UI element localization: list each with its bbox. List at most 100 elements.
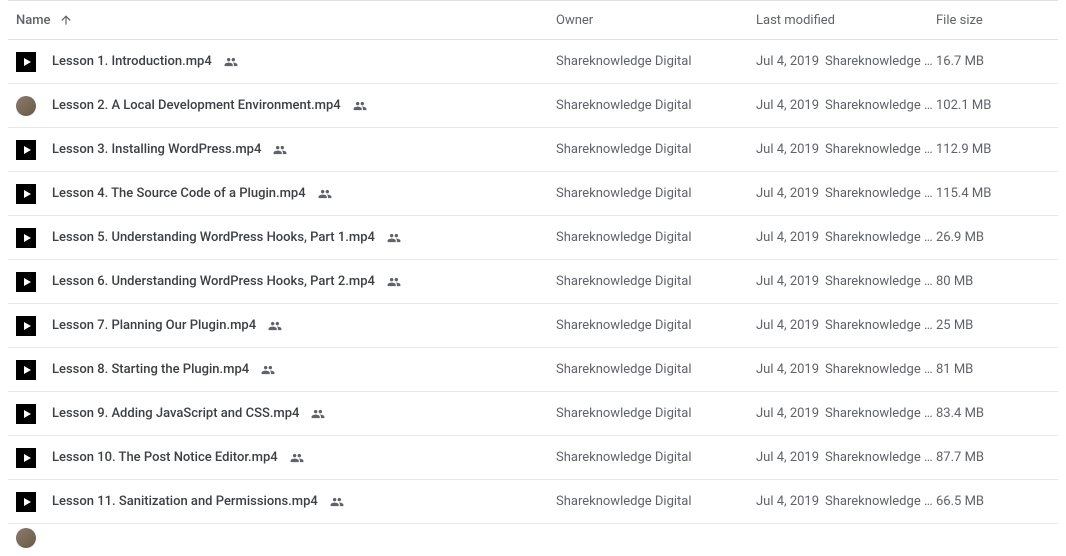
file-name: Lesson 5. Understanding WordPress Hooks,… (52, 230, 375, 245)
file-size: 81 MB (936, 362, 1036, 377)
file-name-wrap: Lesson 7. Planning Our Plugin.mp4 (52, 318, 284, 333)
modified-date: Jul 4, 2019 (756, 230, 819, 245)
file-size: 102.1 MB (936, 98, 1036, 113)
file-size: 80 MB (936, 274, 1036, 289)
shared-icon (259, 363, 277, 377)
modified-by: Shareknowledge Di… (825, 318, 936, 333)
file-modified: Jul 4, 2019 Shareknowledge Di… (756, 406, 936, 421)
modified-date: Jul 4, 2019 (756, 406, 819, 421)
file-name-cell: Lesson 10. The Post Notice Editor.mp4 (16, 448, 556, 468)
file-size: 26.9 MB (936, 230, 1036, 245)
modified-date: Jul 4, 2019 (756, 142, 819, 157)
file-owner: Shareknowledge Digital (556, 274, 756, 289)
file-name-cell: Lesson 4. The Source Code of a Plugin.mp… (16, 184, 556, 204)
modified-date: Jul 4, 2019 (756, 318, 819, 333)
video-play-icon (16, 448, 36, 468)
file-name-cell: Lesson 9. Adding JavaScript and CSS.mp4 (16, 404, 556, 424)
file-modified: Jul 4, 2019Shareknowledge Di… (756, 362, 936, 377)
video-play-icon (16, 492, 36, 512)
file-modified: Jul 4, 2019Shareknowledge Di… (756, 54, 936, 69)
file-name: Lesson 9. Adding JavaScript and CSS.mp4 (52, 406, 299, 421)
file-name-wrap: Lesson 5. Understanding WordPress Hooks,… (52, 230, 403, 245)
video-thumbnail-icon (16, 528, 36, 548)
file-name: Lesson 4. The Source Code of a Plugin.mp… (52, 186, 306, 201)
file-modified: Jul 4, 2019Shareknowledge Di… (756, 98, 936, 113)
file-row[interactable]: Lesson 11. Sanitization and Permissions.… (8, 480, 1058, 524)
file-name-cell: Lesson 11. Sanitization and Permissions.… (16, 492, 556, 512)
column-modified-label: Last modified (756, 13, 835, 28)
column-header-modified[interactable]: Last modified (756, 13, 936, 28)
file-name-cell: Lesson 7. Planning Our Plugin.mp4 (16, 316, 556, 336)
file-owner: Shareknowledge Digital (556, 494, 756, 509)
video-thumbnail-icon (16, 96, 36, 116)
modified-by: Shareknowledge Di… (825, 406, 936, 421)
file-owner: Shareknowledge Digital (556, 362, 756, 377)
modified-by: Shareknowledge Di… (825, 186, 936, 201)
modified-date: Jul 4, 2019 (756, 450, 819, 465)
modified-date: Jul 4, 2019 (756, 494, 819, 509)
file-modified: Jul 4, 2019 Shareknowledge Di… (756, 230, 936, 245)
column-header-name[interactable]: Name (16, 13, 556, 28)
file-name-wrap: Lesson 1. Introduction.mp4 (52, 54, 240, 69)
modified-by: Shareknowledge Di… (825, 450, 936, 465)
shared-icon (351, 99, 369, 113)
file-row[interactable]: Lesson 8. Starting the Plugin.mp4Sharekn… (8, 348, 1058, 392)
file-modified: Jul 4, 2019Shareknowledge Di… (756, 142, 936, 157)
file-row[interactable]: Lesson 3. Installing WordPress.mp4 Sharek… (8, 128, 1058, 172)
shared-icon (328, 495, 346, 509)
video-play-icon (16, 140, 36, 160)
file-owner: Shareknowledge Digital (556, 318, 756, 333)
file-owner: Shareknowledge Digital (556, 406, 756, 421)
file-row[interactable]: Lesson 1. Introduction.mp4 Shareknowledge… (8, 40, 1058, 84)
file-owner: Shareknowledge Digital (556, 450, 756, 465)
file-size: 16.7 MB (936, 54, 1036, 69)
column-header-size[interactable]: File size (936, 13, 1036, 28)
file-row[interactable]: Lesson 9. Adding JavaScript and CSS.mp4 S… (8, 392, 1058, 436)
column-name-label: Name (16, 13, 51, 28)
video-play-icon (16, 184, 36, 204)
file-row[interactable]: Lesson 2. A Local Development Environmen… (8, 84, 1058, 128)
file-name-cell: Lesson 6. Understanding WordPress Hooks,… (16, 272, 556, 292)
file-owner: Shareknowledge Digital (556, 54, 756, 69)
video-play-icon (16, 316, 36, 336)
file-size: 25 MB (936, 318, 1036, 333)
shared-icon (385, 231, 403, 245)
file-row[interactable]: Lesson 4. The Source Code of a Plugin.mp… (8, 172, 1058, 216)
modified-date: Jul 4, 2019 (756, 362, 819, 377)
column-header-owner[interactable]: Owner (556, 13, 756, 28)
shared-icon (309, 407, 327, 421)
file-owner: Shareknowledge Digital (556, 98, 756, 113)
file-owner: Shareknowledge Digital (556, 186, 756, 201)
shared-icon (222, 55, 240, 69)
file-name-wrap: Lesson 3. Installing WordPress.mp4 (52, 142, 289, 157)
file-name-cell: Lesson 5. Understanding WordPress Hooks,… (16, 228, 556, 248)
file-owner: Shareknowledge Digital (556, 142, 756, 157)
file-name-cell: Lesson 8. Starting the Plugin.mp4 (16, 360, 556, 380)
sort-ascending-icon[interactable] (59, 13, 73, 27)
file-row[interactable]: Lesson 7. Planning Our Plugin.mp4 Sharekn… (8, 304, 1058, 348)
modified-by: Shareknowledge Di… (825, 274, 936, 289)
column-owner-label: Owner (556, 13, 593, 28)
file-row[interactable]: Lesson 5. Understanding WordPress Hooks,… (8, 216, 1058, 260)
file-modified: Jul 4, 2019 Shareknowledge Di… (756, 450, 936, 465)
file-row[interactable]: Lesson 6. Understanding WordPress Hooks,… (8, 260, 1058, 304)
shared-icon (266, 319, 284, 333)
file-size: 83.4 MB (936, 406, 1036, 421)
file-name-wrap: Lesson 6. Understanding WordPress Hooks,… (52, 274, 403, 289)
file-modified: Jul 4, 2019 Shareknowledge Di… (756, 318, 936, 333)
file-name-wrap: Lesson 10. The Post Notice Editor.mp4 (52, 450, 306, 465)
video-play-icon (16, 404, 36, 424)
file-name: Lesson 7. Planning Our Plugin.mp4 (52, 318, 256, 333)
shared-icon (316, 187, 334, 201)
file-row[interactable]: Lesson 10. The Post Notice Editor.mp4 Sha… (8, 436, 1058, 480)
file-name-cell: Lesson 2. A Local Development Environmen… (16, 96, 556, 116)
file-size: 66.5 MB (936, 494, 1036, 509)
modified-by: Shareknowledge Di… (825, 230, 936, 245)
shared-icon (288, 451, 306, 465)
modified-by: Shareknowledge Di… (825, 54, 936, 69)
modified-date: Jul 4, 2019 (756, 186, 819, 201)
file-name: Lesson 3. Installing WordPress.mp4 (52, 142, 261, 157)
file-name-wrap: Lesson 4. The Source Code of a Plugin.mp… (52, 186, 334, 201)
file-modified: Jul 4, 2019Shareknowledge Di… (756, 274, 936, 289)
file-name-wrap: Lesson 9. Adding JavaScript and CSS.mp4 (52, 406, 327, 421)
